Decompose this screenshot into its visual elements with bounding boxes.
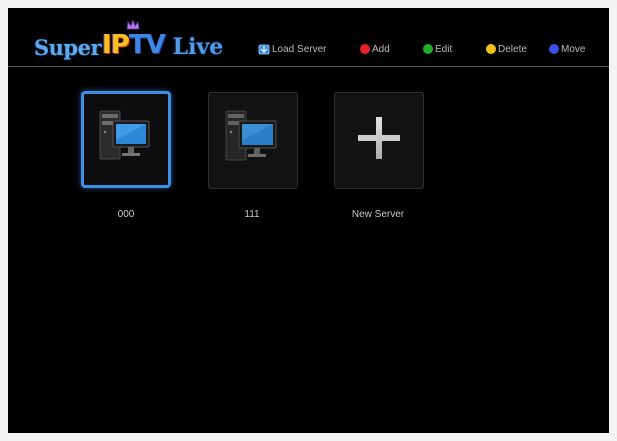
- logo-iptv-text: IPTV: [102, 20, 166, 60]
- legend-move[interactable]: Move: [549, 42, 585, 56]
- header-bar: Super IPTV Live Load Server Add Edit Del…: [8, 8, 609, 67]
- server-tile-111[interactable]: [208, 92, 298, 189]
- red-button-icon: [360, 44, 370, 54]
- legend-edit[interactable]: Edit: [423, 42, 452, 56]
- server-name-label: 111: [244, 209, 260, 220]
- computer-icon: [99, 110, 150, 160]
- logo-ip: IP: [102, 30, 130, 60]
- load-server-icon: [258, 44, 270, 55]
- yellow-button-icon: [486, 44, 496, 54]
- computer-icon: [225, 110, 277, 161]
- logo-tv: TV: [128, 30, 166, 60]
- plus-icon: [358, 117, 400, 159]
- logo-live-text: Live: [172, 34, 224, 60]
- tv-screen: Super IPTV Live Load Server Add Edit Del…: [8, 8, 609, 433]
- legend-load-server[interactable]: Load Server: [258, 42, 326, 56]
- legend-delete[interactable]: Delete: [486, 42, 527, 56]
- server-name-label: 000: [117, 209, 135, 220]
- server-tile-000[interactable]: [81, 91, 171, 188]
- blue-button-icon: [549, 44, 559, 54]
- legend-add[interactable]: Add: [360, 42, 390, 56]
- green-button-icon: [423, 44, 433, 54]
- new-server-tile[interactable]: [334, 92, 424, 189]
- logo-super-text: Super: [34, 35, 102, 60]
- move-label: Move: [561, 43, 586, 55]
- delete-label: Delete: [498, 43, 527, 55]
- load-server-label: Load Server: [272, 43, 327, 55]
- app-logo: Super IPTV Live: [34, 20, 224, 60]
- crown-icon: [126, 20, 140, 30]
- new-server-label: New Server: [351, 209, 405, 220]
- edit-label: Edit: [435, 43, 453, 55]
- add-label: Add: [372, 43, 390, 55]
